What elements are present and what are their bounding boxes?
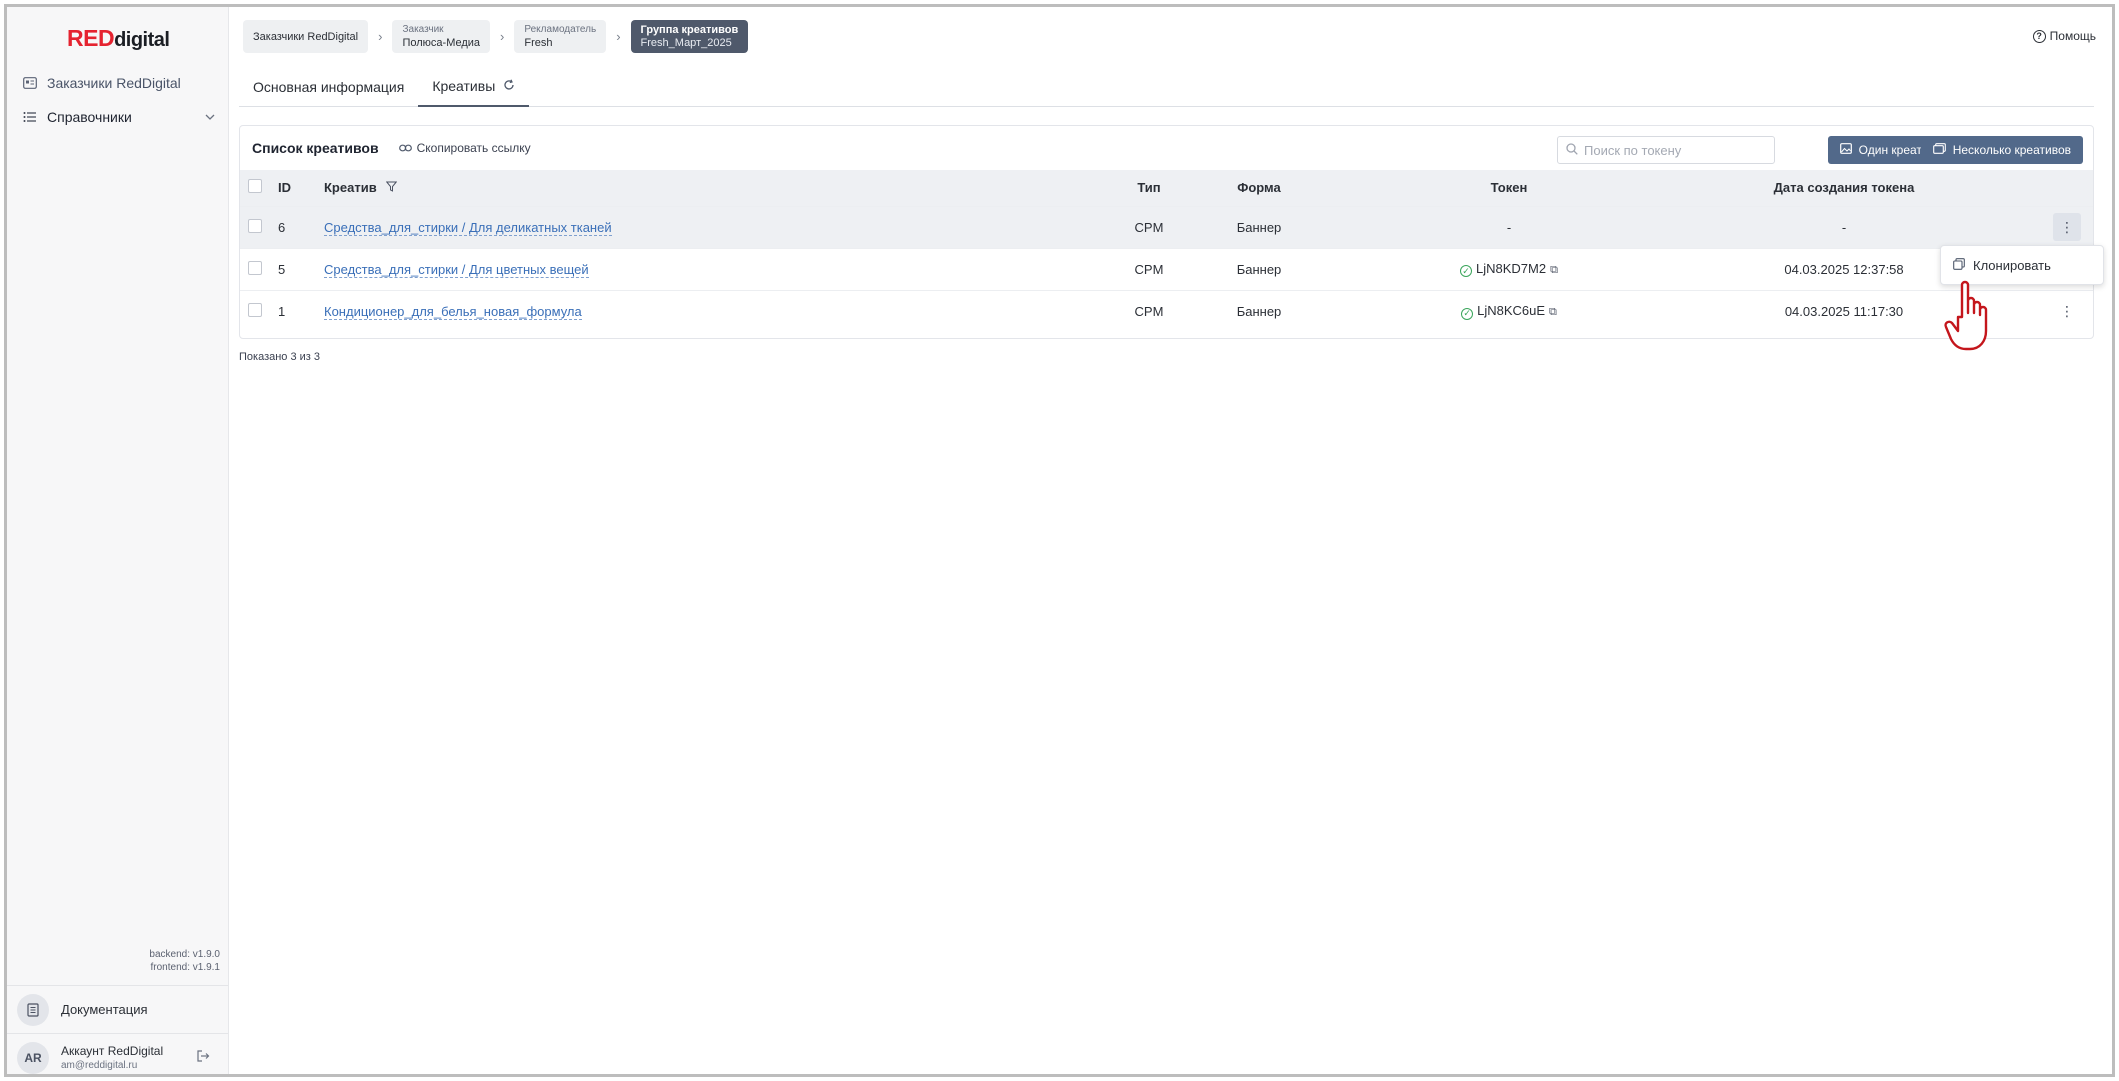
copy-icon[interactable]: ⧉ [1550,264,1558,276]
col-type: Тип [1137,180,1161,196]
breadcrumb-customers[interactable]: Заказчики RedDigital [243,20,369,53]
logout-icon[interactable] [196,1049,210,1066]
clone-icon [1953,257,1965,273]
col-token: Токен [1490,180,1528,196]
token-value: LjN8KC6uE [1477,303,1546,318]
col-creative: Креатив [324,170,1094,206]
table-row: 5 Средства_для_стирки / Для цветных веще… [240,248,2093,290]
main-content: Заказчики RedDigital › Заказчик Полюса-М… [229,7,2112,1074]
creatives-table: ID Креатив Тип Форма Токен Дата создания… [240,170,2093,332]
sidebar: REDdigital Заказчики RedDigital Справочн… [7,7,229,1074]
docs-link[interactable]: Документация [7,985,228,1033]
creative-link[interactable]: Средства_для_стирки / Для цветных вещей [324,261,589,278]
account-panel: AR Аккаунт RedDigital am@reddigital.ru [7,1033,228,1074]
tab-creatives[interactable]: Креативы [418,67,530,107]
sidebar-item-label: Заказчики RedDigital [47,75,181,91]
row-actions-icon[interactable]: ⋮ [2053,213,2081,241]
link-icon [398,141,412,155]
breadcrumb-advertiser[interactable]: Рекламодатель Fresh [514,20,607,53]
search-icon [1566,142,1578,158]
check-circle-icon: ✓ [1460,265,1473,278]
row-checkbox[interactable] [248,302,262,317]
col-id: ID [278,180,291,196]
list-icon [23,110,37,124]
chevron-right-icon: › [500,29,505,44]
creative-link[interactable]: Средства_для_стирки / Для деликатных тка… [324,219,612,236]
tab-bar: Основная информация Креативы [239,67,2094,107]
account-name: Аккаунт RedDigital [61,1044,164,1058]
copy-link-button[interactable]: Скопировать ссылку [398,141,531,155]
select-all-checkbox[interactable] [248,179,262,194]
avatar: AR [17,1041,49,1074]
add-many-creatives-button[interactable]: Несколько креативов [1920,136,2083,164]
sidebar-item-customers[interactable]: Заказчики RedDigital [23,71,215,95]
creatives-list: Список креативов Скопировать ссылку Поис… [239,125,2094,339]
filter-icon[interactable] [386,181,398,195]
id-card-icon [23,76,37,90]
breadcrumb-customer[interactable]: Заказчик Полюса-Медиа [392,20,491,53]
search-input[interactable] [1584,142,1764,158]
creative-link[interactable]: Кондиционер_для_белья_новая_формула [324,303,582,320]
check-circle-icon: ✓ [1461,307,1474,320]
col-token-date: Дата создания токена [1773,180,1915,196]
question-icon: ? [2032,29,2046,43]
token-value: LjN8KD7M2 [1476,260,1547,276]
help-link[interactable]: ? Помощь [2032,29,2096,43]
row-checkbox[interactable] [248,218,262,233]
logo: REDdigital [67,25,170,51]
table-header-row: ID Креатив Тип Форма Токен Дата создания… [240,170,2093,206]
version-info: backend: v1.9.0 frontend: v1.9.1 [149,949,220,973]
images-icon [1932,143,1946,157]
row-actions-icon[interactable]: ⋮ [2053,297,2081,325]
sidebar-item-label: Справочники [47,109,132,125]
list-header: Список креативов Скопировать ссылку Поис… [240,126,2093,170]
app-window: REDdigital Заказчики RedDigital Справочн… [4,4,2115,1077]
rows-count: Показано 3 из 3 [239,351,321,363]
chevron-right-icon: › [378,29,383,44]
copy-icon[interactable]: ⧉ [1549,306,1557,318]
pointer-hand-icon [1944,280,1988,351]
token-search[interactable] [1557,136,1775,164]
tab-basic-info[interactable]: Основная информация [239,67,418,107]
refresh-icon[interactable] [503,79,515,94]
account-email: am@reddigital.ru [61,1060,138,1071]
row-checkbox[interactable] [248,260,262,275]
document-icon [17,993,49,1026]
breadcrumb-creative-group: Группа креативов Fresh_Март_2025 [630,20,749,53]
col-form: Форма [1237,180,1281,196]
chevron-down-icon[interactable] [205,111,215,123]
chevron-right-icon: › [616,29,621,44]
table-row: 6 Средства_для_стирки / Для деликатных т… [240,206,2093,248]
sidebar-item-directories[interactable]: Справочники [23,105,215,129]
list-title: Список креативов [252,140,379,156]
breadcrumb: Заказчики RedDigital › Заказчик Полюса-М… [243,20,749,53]
image-icon [1839,143,1852,157]
table-row: 1 Кондиционер_для_белья_новая_формула CP… [240,290,2093,332]
